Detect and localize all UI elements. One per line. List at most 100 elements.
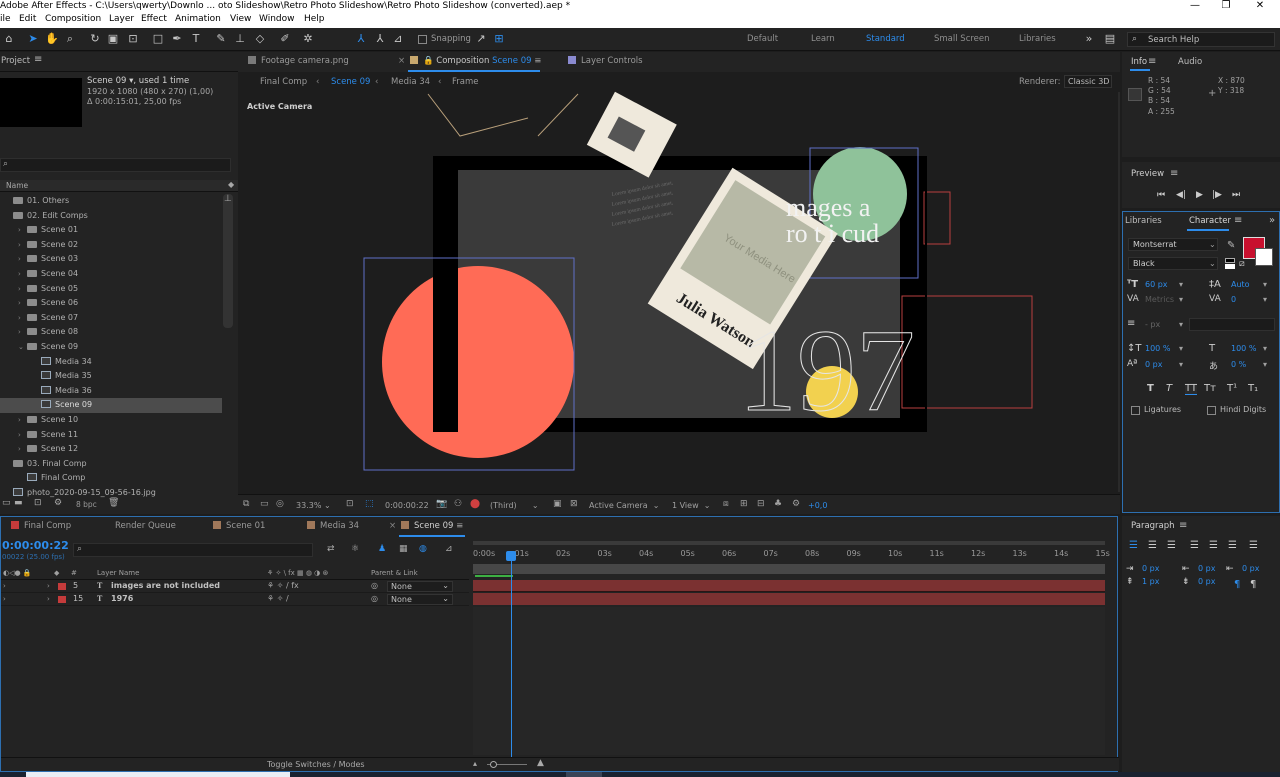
viewer-timecode[interactable]: 0:00:00:22 xyxy=(385,501,429,510)
chevron-down-icon[interactable]: ▾ xyxy=(1179,344,1183,353)
twirl-arrow-icon[interactable]: › xyxy=(18,267,27,281)
superscript-button[interactable]: T¹ xyxy=(1227,383,1237,394)
zoom-in-icon[interactable]: ▲ xyxy=(537,758,544,768)
project-item[interactable]: Media 36 xyxy=(0,384,222,399)
layer-row[interactable]: › › 15 T 1976 ⚘ ✧ / ◎ None ⌄ xyxy=(1,593,469,606)
justify-left-icon[interactable]: ☰ xyxy=(1190,540,1199,551)
camera-tool-icon[interactable]: ▣ xyxy=(106,32,120,46)
menu-composition[interactable]: Composition xyxy=(45,14,101,24)
project-item[interactable]: › Scene 01 xyxy=(0,223,222,238)
layer-bar-images-not-included[interactable] xyxy=(473,580,1105,592)
workspace-small-screen[interactable]: Small Screen xyxy=(934,34,990,44)
indent-right-value[interactable]: 0 px xyxy=(1242,564,1259,573)
align-left-icon[interactable]: ☰ xyxy=(1129,540,1138,551)
breadcrumb-scene-09[interactable]: Scene 09 xyxy=(331,77,370,87)
playhead-handle[interactable] xyxy=(506,551,516,561)
search-help-field[interactable]: ⌕ Search Help xyxy=(1127,32,1275,47)
taskbar-active-window[interactable] xyxy=(26,772,290,777)
type-tool-icon[interactable]: T xyxy=(189,32,203,46)
ltr-direction-icon[interactable]: ¶ xyxy=(1234,579,1240,590)
delete-icon[interactable]: 🗑 xyxy=(108,498,119,508)
camera-view-dropdown[interactable]: Active Camera ⌄ xyxy=(589,501,659,510)
project-item[interactable]: › Scene 10 xyxy=(0,413,222,428)
next-frame-icon[interactable]: |▶ xyxy=(1212,190,1222,200)
work-area-bar[interactable] xyxy=(473,564,1105,574)
tab-scene-09[interactable]: Scene 09 ≡ xyxy=(401,521,463,531)
vertical-scale-value[interactable]: 100 % xyxy=(1145,344,1170,353)
white-swatch[interactable] xyxy=(1225,264,1235,269)
no-color-icon[interactable]: ⧄ xyxy=(1239,259,1245,269)
align-right-icon[interactable]: ☰ xyxy=(1167,540,1176,551)
twirl-arrow-icon[interactable]: › xyxy=(18,282,27,296)
twirl-arrow-icon[interactable]: › xyxy=(18,223,27,237)
current-time-indicator[interactable] xyxy=(511,555,512,757)
vr-goggles-icon[interactable]: ◎ xyxy=(276,499,284,509)
maximize-icon[interactable]: ❐ xyxy=(1211,0,1241,12)
panel-menu-icon[interactable]: ≡ xyxy=(1234,215,1242,226)
bit-depth-label[interactable]: 8 bpc xyxy=(76,500,97,509)
tab-libraries[interactable]: Libraries xyxy=(1125,216,1162,226)
font-size-value[interactable]: 60 px xyxy=(1145,280,1168,289)
composition-canvas[interactable]: Lorem ipsum dolor sit amet, Lorem ipsum … xyxy=(238,90,1118,492)
zoom-tool-icon[interactable]: ⌕ xyxy=(63,32,77,46)
menu-help[interactable]: Help xyxy=(304,14,325,24)
local-axis-icon[interactable]: ⅄ xyxy=(354,32,368,46)
close-icon[interactable]: ✕ xyxy=(1245,0,1275,12)
fast-previews-icon[interactable]: ⊞ xyxy=(740,499,748,509)
name-column-header[interactable]: Name xyxy=(6,181,28,190)
small-caps-button[interactable]: Tт xyxy=(1204,383,1216,394)
layer-row[interactable]: › › 5 Timages are not included ⚘ ✧ / fx ◎ None… xyxy=(1,580,469,593)
rotation-tool-icon[interactable]: ↻ xyxy=(88,32,102,46)
justify-all-icon[interactable]: ☰ xyxy=(1249,540,1258,551)
panel-menu-icon[interactable]: ≡ xyxy=(1179,520,1187,531)
flowchart-icon[interactable]: ⊥ xyxy=(224,194,232,204)
eraser-tool-icon[interactable]: ◇ xyxy=(253,32,267,46)
rtl-direction-icon[interactable]: ¶ xyxy=(1250,579,1256,590)
tab-final-comp[interactable]: Final Comp xyxy=(11,521,71,531)
panel-menu-icon[interactable]: ≡ xyxy=(34,54,42,65)
channel-icon[interactable]: ⬤ xyxy=(470,499,480,509)
parent-link-column-header[interactable]: Parent & Link xyxy=(371,569,418,577)
twirl-arrow-icon[interactable]: ⌄ xyxy=(18,340,27,354)
menu-view[interactable]: View xyxy=(230,14,251,24)
renderer-dropdown[interactable]: Classic 3D xyxy=(1064,75,1112,88)
twirl-arrow-icon[interactable]: › xyxy=(47,593,50,605)
project-item[interactable]: Final Comp xyxy=(0,471,222,486)
twirl-arrow-icon[interactable]: › xyxy=(18,442,27,456)
tsume-value[interactable]: 0 % xyxy=(1231,360,1246,369)
selection-tool-icon[interactable]: ➤ xyxy=(26,32,40,46)
world-axis-icon[interactable]: ⅄ xyxy=(373,32,387,46)
chevron-down-icon[interactable]: ▾ xyxy=(1179,280,1183,289)
twirl-arrow-icon[interactable]: › xyxy=(18,325,27,339)
indent-left-value[interactable]: 0 px xyxy=(1142,564,1159,573)
label-column-icon[interactable]: ◆ xyxy=(228,180,234,189)
expand-panels-icon[interactable]: » xyxy=(1269,215,1275,226)
show-snapshot-icon[interactable]: ⚇ xyxy=(454,499,462,509)
pick-whip-icon[interactable]: ◎ xyxy=(371,580,378,592)
brush-tool-icon[interactable]: ✎ xyxy=(214,32,228,46)
chevron-down-icon[interactable]: ▾ xyxy=(1179,320,1183,329)
hindi-digits-checkbox[interactable] xyxy=(1207,406,1216,415)
last-frame-icon[interactable]: ⏭ xyxy=(1232,190,1240,200)
current-time-display[interactable]: 0:00:00:22 xyxy=(2,539,69,552)
chevron-down-icon[interactable]: ▾ xyxy=(1263,360,1267,369)
baseline-shift-value[interactable]: 0 px xyxy=(1145,360,1162,369)
kerning-value[interactable]: Metrics xyxy=(1145,295,1174,304)
graph-editor-icon[interactable]: ⊿ xyxy=(445,544,453,554)
project-item[interactable]: 01. Others xyxy=(0,194,222,209)
project-item[interactable]: › Scene 12 xyxy=(0,442,222,457)
menu-animation[interactable]: Animation xyxy=(175,14,221,24)
zoom-dropdown[interactable]: 33.3% ⌄ xyxy=(296,501,331,510)
project-item[interactable]: › Scene 05 xyxy=(0,282,222,297)
exposure-reset-icon[interactable]: ⚙ xyxy=(792,499,800,509)
tab-composition[interactable]: 🔒 Composition Scene 09 ≡ xyxy=(410,56,541,66)
shy-layers-icon[interactable]: ♟ xyxy=(378,544,386,554)
twirl-arrow-icon[interactable]: › xyxy=(18,238,27,252)
hand-tool-icon[interactable]: ✋ xyxy=(45,32,59,46)
menu-edit[interactable]: Edit xyxy=(19,14,36,24)
snap-grid-icon[interactable]: ⊞ xyxy=(492,32,506,46)
always-preview-icon[interactable]: ⧉ xyxy=(243,499,249,509)
project-item[interactable]: ⌄ Scene 09 xyxy=(0,340,222,355)
viewer-scrollbar[interactable] xyxy=(1118,92,1120,492)
tab-character[interactable]: Character xyxy=(1189,216,1231,226)
